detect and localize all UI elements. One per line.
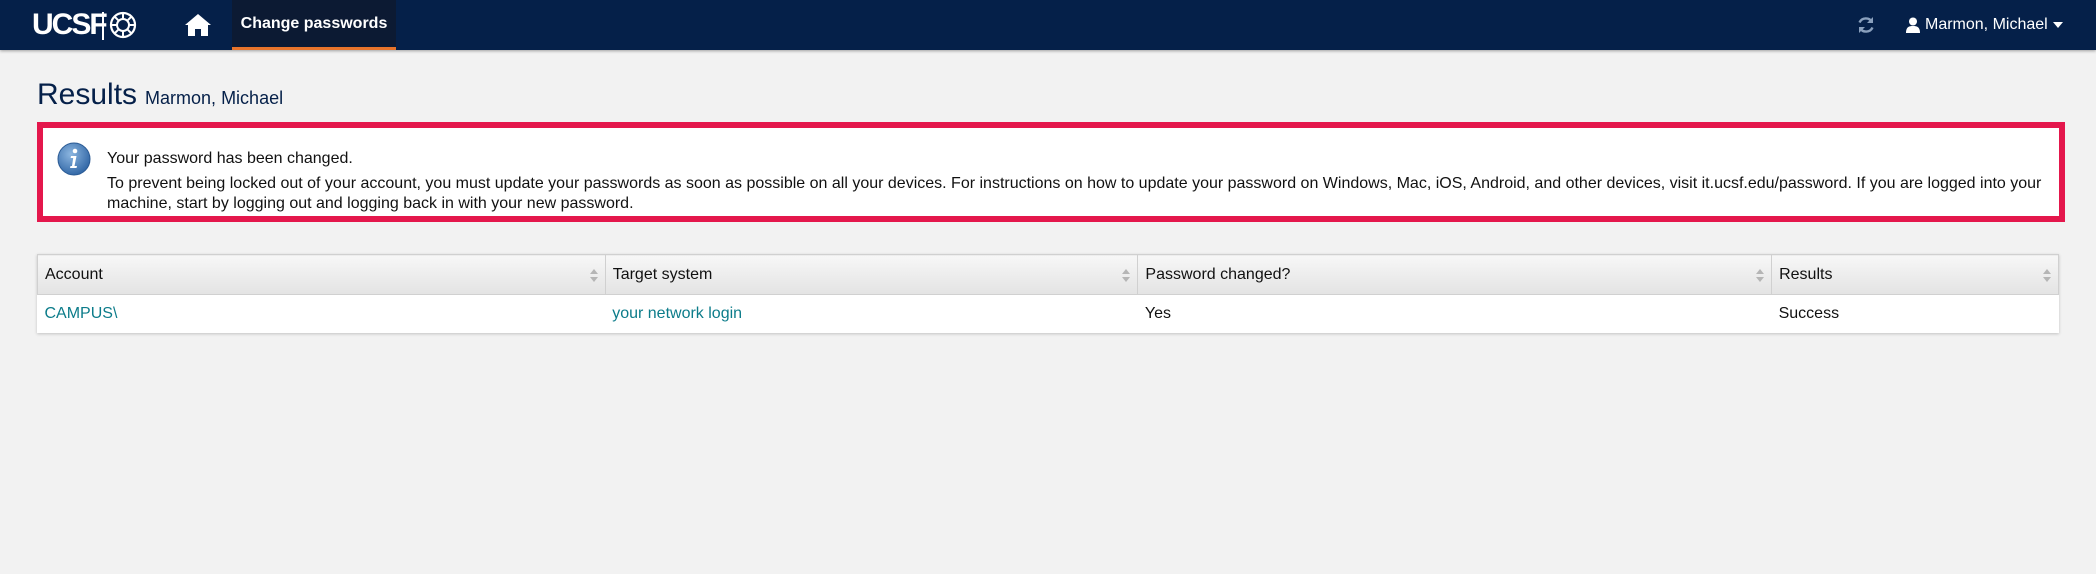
sort-icon — [589, 269, 598, 282]
column-header-target-system[interactable]: Target system — [604, 254, 1139, 295]
user-name: Marmon, Michael — [1925, 16, 2048, 33]
column-header-label: Target system — [612, 265, 713, 283]
column-header-results[interactable]: Results — [1771, 254, 2059, 295]
page-subtitle: Marmon, Michael — [145, 88, 284, 108]
cell-target-system[interactable]: your network login — [605, 294, 1138, 333]
alert-message: Your password has been changed. — [107, 150, 353, 167]
sort-icon — [2043, 269, 2051, 282]
caret-down-icon — [2052, 22, 2063, 28]
sort-icon — [1756, 269, 1765, 282]
column-header-password-changed[interactable]: Password changed? — [1137, 254, 1773, 295]
cell-result: Success — [1771, 294, 2059, 333]
results-table: Account Target system Password changed? … — [37, 254, 2059, 333]
page-title: Results — [37, 78, 138, 111]
account-link[interactable]: CAMPUS\ — [45, 305, 118, 322]
page-heading: Results Marmon, Michael — [37, 78, 283, 118]
logo-divider — [102, 12, 104, 40]
cell-password-changed: Yes — [1137, 294, 1772, 333]
password-changed-alert: Your password has been changed. To preve… — [37, 122, 2065, 222]
table-row: CAMPUS\ your network login Yes Success — [37, 294, 2059, 333]
top-navbar: UCSF Change passwords Marmon, Michael — [0, 0, 2096, 50]
alert-instructions: To prevent being locked out of your acco… — [107, 175, 2042, 212]
column-header-label: Account — [45, 265, 103, 283]
home-icon[interactable] — [184, 12, 212, 38]
logo-text: UCSF — [32, 8, 108, 41]
column-header-account[interactable]: Account — [37, 254, 606, 295]
column-header-label: Results — [1779, 265, 1833, 283]
user-icon — [1906, 17, 1920, 33]
info-icon — [57, 142, 91, 176]
refresh-icon[interactable] — [1856, 15, 1876, 35]
target-system-link[interactable]: your network login — [612, 305, 742, 322]
ucsf-seal-icon — [109, 11, 137, 39]
cell-account[interactable]: CAMPUS\ — [37, 294, 606, 333]
tab-change-passwords[interactable]: Change passwords — [232, 0, 396, 50]
sort-icon — [1122, 269, 1131, 282]
table-header-row: Account Target system Password changed? … — [37, 254, 2059, 295]
column-header-label: Password changed? — [1145, 265, 1291, 283]
ucsf-logo[interactable]: UCSF — [32, 8, 142, 42]
user-menu[interactable]: Marmon, Michael — [1906, 0, 2064, 50]
